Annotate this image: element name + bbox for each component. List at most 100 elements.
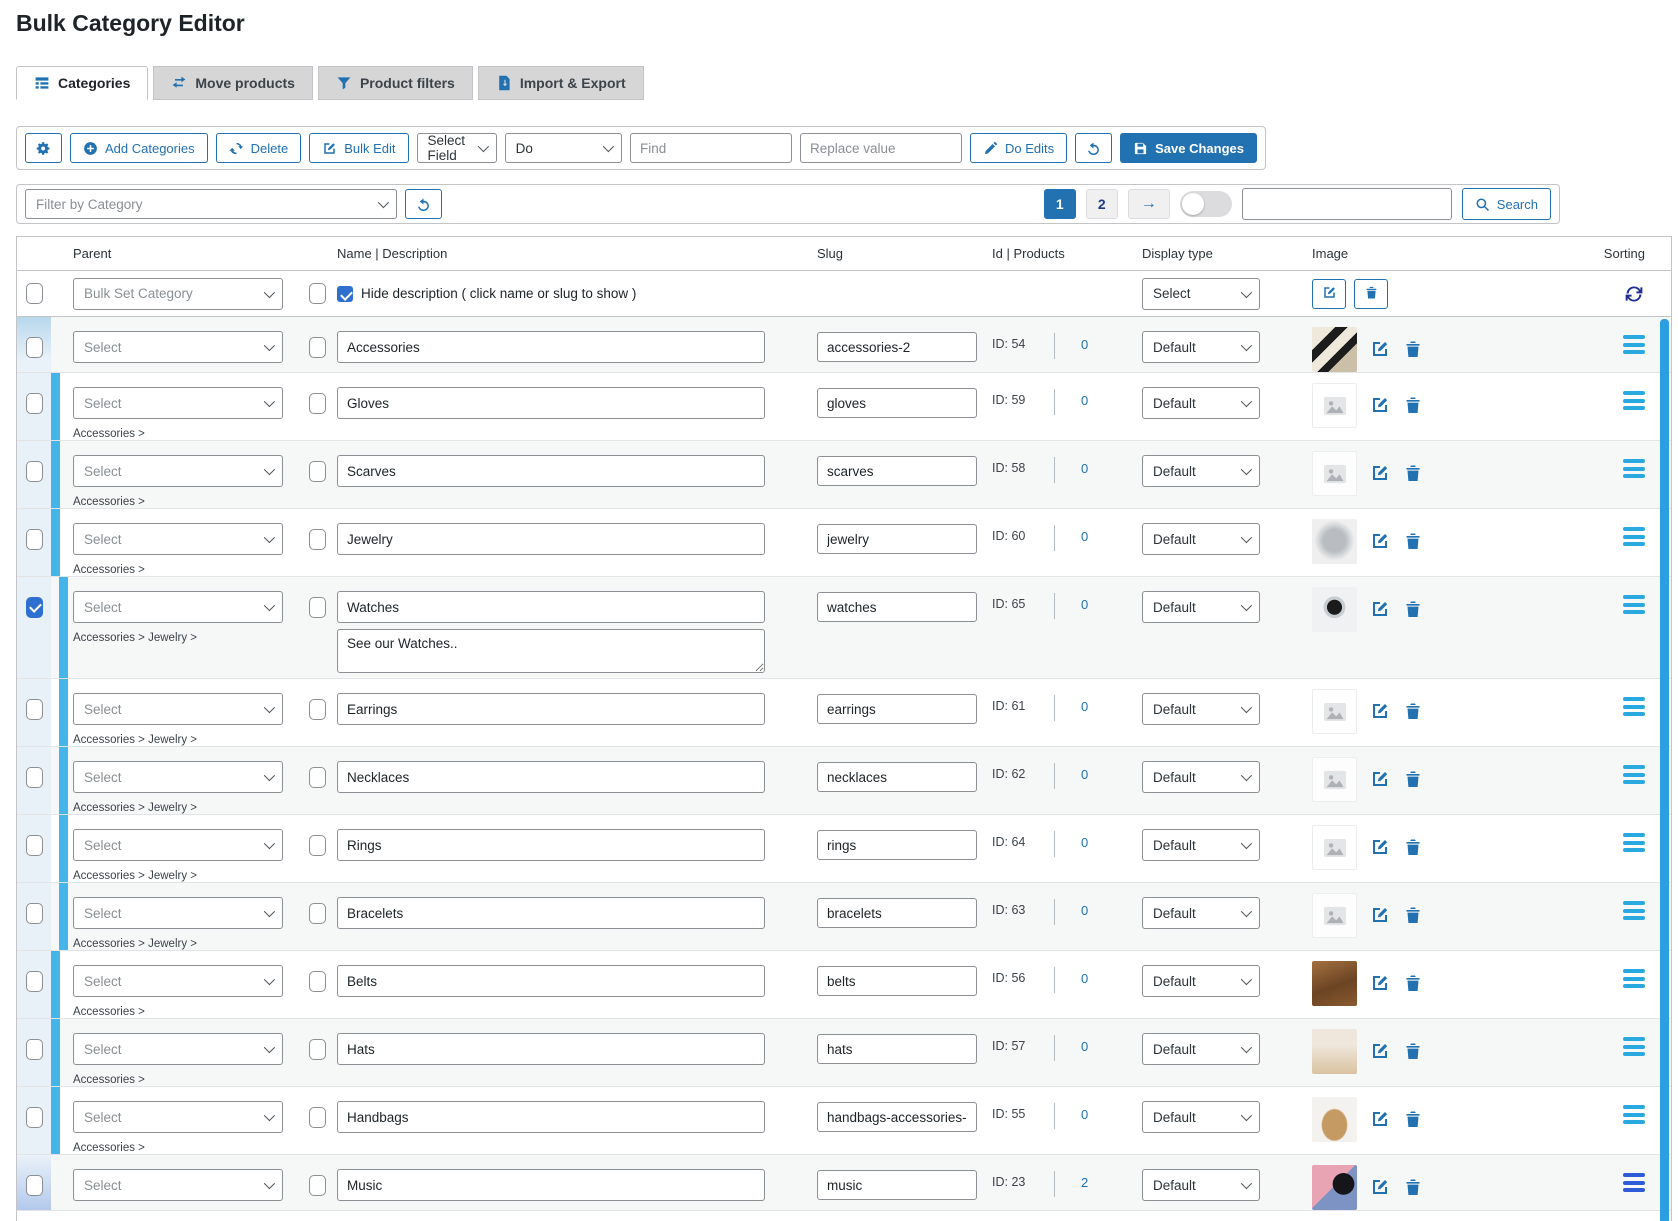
search-button[interactable]: Search xyxy=(1462,188,1551,220)
undo-button[interactable] xyxy=(1075,133,1112,163)
table-scrollbar[interactable] xyxy=(1660,319,1669,1221)
display-type-select[interactable]: Default xyxy=(1142,523,1260,555)
parent-select[interactable]: Select xyxy=(73,455,283,487)
row-checkbox[interactable] xyxy=(26,337,43,358)
replace-value-input[interactable] xyxy=(800,133,962,163)
page-1-button[interactable]: 1 xyxy=(1044,189,1076,219)
category-slug-input[interactable] xyxy=(817,1170,977,1200)
drag-sort-handle[interactable] xyxy=(1623,901,1645,950)
edit-image-icon[interactable] xyxy=(1370,701,1390,721)
edit-image-icon[interactable] xyxy=(1370,905,1390,925)
description-toggle-checkbox[interactable] xyxy=(309,461,326,482)
tab-import-export[interactable]: Import & Export xyxy=(478,66,644,100)
category-image-thumbnail[interactable] xyxy=(1312,587,1357,632)
category-image-thumbnail[interactable] xyxy=(1312,825,1357,870)
drag-sort-handle[interactable] xyxy=(1623,391,1645,440)
parent-select[interactable]: Select xyxy=(73,897,283,929)
category-slug-input[interactable] xyxy=(817,830,977,860)
table-search-input[interactable] xyxy=(1242,188,1452,220)
description-toggle-checkbox[interactable] xyxy=(309,1107,326,1128)
category-slug-input[interactable] xyxy=(817,762,977,792)
products-count-link[interactable]: 0 xyxy=(1081,529,1088,544)
row-checkbox[interactable] xyxy=(26,903,43,924)
bulk-edit-button[interactable]: Bulk Edit xyxy=(309,133,408,163)
description-toggle-checkbox[interactable] xyxy=(309,337,326,358)
delete-button[interactable]: Delete xyxy=(216,133,302,163)
edit-image-icon[interactable] xyxy=(1370,973,1390,993)
description-toggle-checkbox[interactable] xyxy=(309,767,326,788)
edit-image-icon[interactable] xyxy=(1370,599,1390,619)
category-image-thumbnail[interactable] xyxy=(1312,383,1357,428)
products-count-link[interactable]: 0 xyxy=(1081,461,1088,476)
filter-reset-button[interactable] xyxy=(405,189,442,219)
drag-sort-handle[interactable] xyxy=(1623,335,1645,372)
delete-image-icon[interactable] xyxy=(1403,531,1423,551)
display-type-select[interactable]: Default xyxy=(1142,693,1260,725)
delete-image-icon[interactable] xyxy=(1403,1177,1423,1197)
category-image-thumbnail[interactable] xyxy=(1312,961,1357,1006)
select-all-checkbox[interactable] xyxy=(26,283,43,304)
drag-sort-handle[interactable] xyxy=(1623,1105,1645,1154)
description-toggle-checkbox[interactable] xyxy=(309,971,326,992)
edit-image-icon[interactable] xyxy=(1370,1041,1390,1061)
delete-image-icon[interactable] xyxy=(1403,599,1423,619)
products-count-link[interactable]: 0 xyxy=(1081,393,1088,408)
parent-select[interactable]: Select xyxy=(73,965,283,997)
category-slug-input[interactable] xyxy=(817,898,977,928)
category-name-input[interactable] xyxy=(337,387,765,419)
category-image-thumbnail[interactable] xyxy=(1312,519,1357,564)
category-image-thumbnail[interactable] xyxy=(1312,451,1357,496)
hide-description-checkbox[interactable] xyxy=(337,286,353,302)
products-count-link[interactable]: 0 xyxy=(1081,337,1088,352)
drag-sort-handle[interactable] xyxy=(1623,1037,1645,1086)
category-slug-input[interactable] xyxy=(817,1034,977,1064)
row-checkbox[interactable] xyxy=(26,597,43,618)
drag-sort-handle[interactable] xyxy=(1623,765,1645,814)
category-slug-input[interactable] xyxy=(817,388,977,418)
category-name-input[interactable] xyxy=(337,331,765,363)
drag-sort-handle[interactable] xyxy=(1623,697,1645,746)
add-categories-button[interactable]: Add Categories xyxy=(70,133,208,163)
do-edits-button[interactable]: Do Edits xyxy=(970,133,1067,163)
settings-button[interactable] xyxy=(25,133,62,163)
delete-image-icon[interactable] xyxy=(1403,905,1423,925)
tab-product-filters[interactable]: Product filters xyxy=(318,66,473,100)
edit-image-icon[interactable] xyxy=(1370,531,1390,551)
category-slug-input[interactable] xyxy=(817,524,977,554)
display-type-select[interactable]: Default xyxy=(1142,455,1260,487)
description-toggle-checkbox[interactable] xyxy=(309,393,326,414)
parent-select[interactable]: Select xyxy=(73,761,283,793)
delete-image-icon[interactable] xyxy=(1403,395,1423,415)
parent-select[interactable]: Select xyxy=(73,1169,283,1201)
edit-image-icon[interactable] xyxy=(1370,1177,1390,1197)
display-type-select[interactable]: Default xyxy=(1142,897,1260,929)
products-count-link[interactable]: 0 xyxy=(1081,767,1088,782)
drag-sort-handle[interactable] xyxy=(1623,459,1645,508)
category-image-thumbnail[interactable] xyxy=(1312,1097,1357,1142)
next-page-button[interactable]: → xyxy=(1128,189,1170,219)
description-toggle-checkbox[interactable] xyxy=(309,903,326,924)
display-type-select[interactable]: Default xyxy=(1142,965,1260,997)
delete-image-icon[interactable] xyxy=(1403,701,1423,721)
bulk-delete-image-button[interactable] xyxy=(1354,279,1388,309)
bulk-display-type-select[interactable]: Select xyxy=(1142,278,1260,310)
category-image-thumbnail[interactable] xyxy=(1312,327,1357,372)
parent-select[interactable]: Select xyxy=(73,387,283,419)
edit-image-icon[interactable] xyxy=(1370,837,1390,857)
parent-select[interactable]: Select xyxy=(73,693,283,725)
category-name-input[interactable] xyxy=(337,1101,765,1133)
products-count-link[interactable]: 0 xyxy=(1081,1107,1088,1122)
description-toggle-checkbox[interactable] xyxy=(309,529,326,550)
row-checkbox[interactable] xyxy=(26,971,43,992)
bulk-edit-image-button[interactable] xyxy=(1312,279,1346,309)
sort-refresh-icon[interactable] xyxy=(1623,283,1645,305)
drag-sort-handle[interactable] xyxy=(1623,1173,1645,1210)
products-count-link[interactable]: 0 xyxy=(1081,1039,1088,1054)
products-count-link[interactable]: 2 xyxy=(1081,1175,1088,1190)
delete-image-icon[interactable] xyxy=(1403,463,1423,483)
bulk-description-checkbox[interactable] xyxy=(309,283,326,304)
category-image-thumbnail[interactable] xyxy=(1312,689,1357,734)
find-input[interactable] xyxy=(630,133,792,163)
display-type-select[interactable]: Default xyxy=(1142,1101,1260,1133)
category-slug-input[interactable] xyxy=(817,1102,977,1132)
